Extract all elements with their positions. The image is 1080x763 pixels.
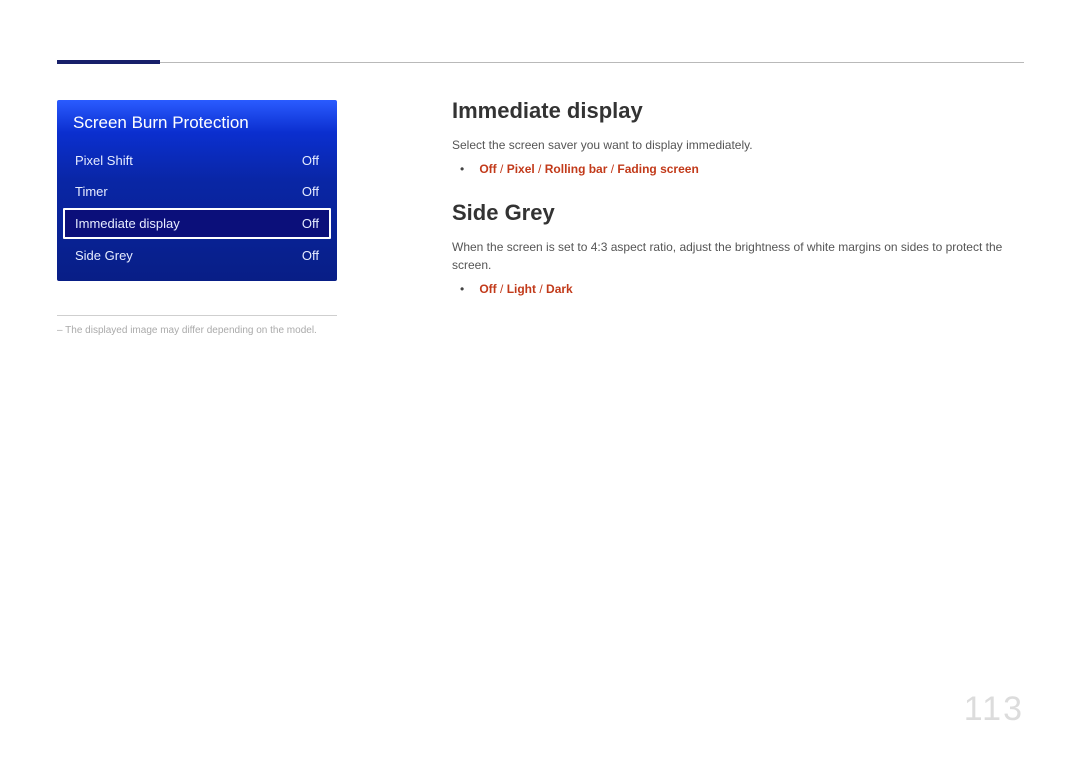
panel-item-timer[interactable]: Timer Off	[63, 176, 331, 207]
section-heading-side-grey: Side Grey	[452, 200, 1022, 226]
option-line: Off / Pixel / Rolling bar / Fading scree…	[460, 160, 1022, 178]
panel-items: Pixel Shift Off Timer Off Immediate disp…	[57, 145, 337, 275]
section-description: When the screen is set to 4:3 aspect rat…	[452, 238, 1022, 274]
panel-item-value: Off	[302, 153, 319, 168]
option-value: Rolling bar	[545, 162, 608, 176]
disclaimer-note: The displayed image may differ depending…	[57, 324, 337, 338]
option-value: Pixel	[507, 162, 535, 176]
page-number: 113	[964, 690, 1024, 729]
option-value: Dark	[546, 282, 573, 296]
header-accent-bar	[57, 60, 160, 64]
panel-item-value: Off	[302, 216, 319, 231]
section-heading-immediate-display: Immediate display	[452, 98, 1022, 124]
option-value: Fading screen	[617, 162, 698, 176]
section-description: Select the screen saver you want to disp…	[452, 136, 1022, 154]
panel-item-label: Timer	[75, 184, 108, 199]
option-value: Off	[479, 282, 496, 296]
panel-item-value: Off	[302, 248, 319, 263]
header-divider	[160, 62, 1024, 63]
left-note-block: The displayed image may differ depending…	[57, 315, 337, 338]
option-value: Off	[479, 162, 496, 176]
panel-item-label: Immediate display	[75, 216, 180, 231]
panel-item-label: Pixel Shift	[75, 153, 133, 168]
panel-item-immediate-display[interactable]: Immediate display Off	[63, 208, 331, 239]
panel-item-pixel-shift[interactable]: Pixel Shift Off	[63, 145, 331, 176]
panel-title: Screen Burn Protection	[57, 100, 337, 145]
panel-item-label: Side Grey	[75, 248, 133, 263]
panel-item-value: Off	[302, 184, 319, 199]
option-line: Off / Light / Dark	[460, 280, 1022, 298]
settings-panel: Screen Burn Protection Pixel Shift Off T…	[57, 100, 337, 281]
note-divider	[57, 315, 337, 316]
panel-item-side-grey[interactable]: Side Grey Off	[63, 240, 331, 271]
option-value: Light	[507, 282, 536, 296]
